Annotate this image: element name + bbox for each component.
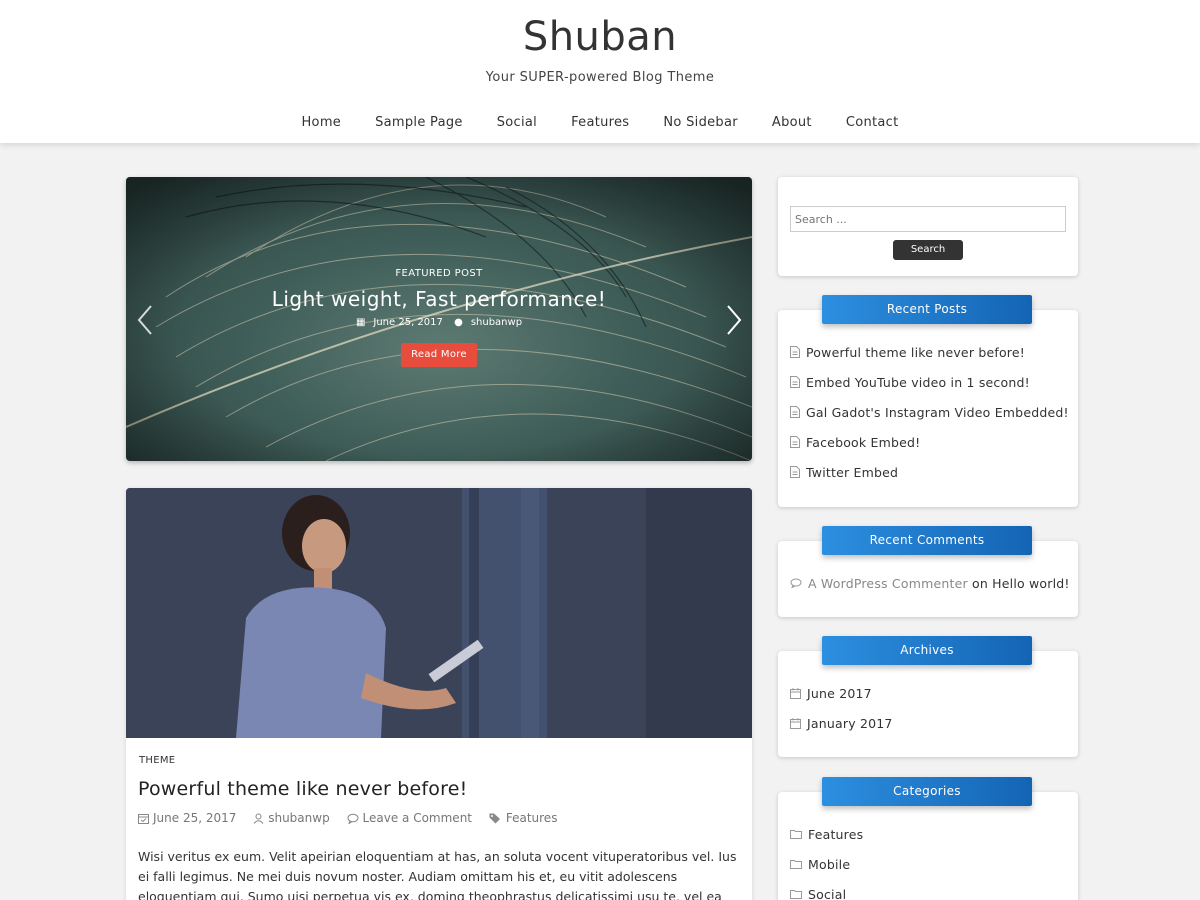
nav-item-sample-page[interactable]: Sample Page <box>375 115 463 130</box>
list-item[interactable]: June 2017 <box>790 678 893 708</box>
main-nav: Home Sample Page Social Features No Side… <box>0 115 1200 130</box>
list-item[interactable]: January 2017 <box>790 708 893 738</box>
document-icon <box>790 346 800 358</box>
nav-item-social[interactable]: Social <box>497 115 537 130</box>
comment-on-label: on <box>971 575 988 591</box>
list-item[interactable]: Powerful theme like never before! <box>790 337 1069 367</box>
slide-author[interactable]: shubanwp <box>471 317 522 328</box>
folder-icon <box>790 890 802 899</box>
post-category[interactable]: THEME <box>139 755 175 766</box>
slide-meta: ▦ June 25, 2017 ● shubanwp <box>126 317 752 328</box>
chevron-right-icon[interactable] <box>724 303 744 337</box>
tag-icon <box>489 813 500 823</box>
archives-widget: June 2017 January 2017 <box>778 651 1078 757</box>
search-button[interactable]: Search <box>893 240 963 260</box>
post-thumbnail-image[interactable] <box>126 488 752 738</box>
recent-posts-heading: Recent Posts <box>822 295 1032 324</box>
nav-item-contact[interactable]: Contact <box>846 115 899 130</box>
list-item[interactable]: Embed YouTube video in 1 second! <box>790 367 1069 397</box>
folder-icon <box>790 830 802 839</box>
comment-icon <box>790 578 802 588</box>
recent-posts-list: Powerful theme like never before! Embed … <box>790 337 1069 487</box>
list-item[interactable]: Features <box>790 819 863 849</box>
list-item[interactable]: Social <box>790 879 863 900</box>
categories-list: Features Mobile Social <box>790 819 863 900</box>
post-title[interactable]: Powerful theme like never before! <box>138 778 467 800</box>
featured-slider: FEATURED POST Light weight, Fast perform… <box>126 177 752 461</box>
document-icon <box>790 436 800 448</box>
list-item[interactable]: Facebook Embed! <box>790 427 1069 457</box>
post-tag[interactable]: Features <box>506 811 558 825</box>
post-date[interactable]: June 25, 2017 <box>153 811 236 825</box>
recent-comments-list: A WordPress Commenter on Hello world! <box>790 568 1070 598</box>
read-more-button[interactable]: Read More <box>401 343 477 367</box>
post-excerpt: Wisi veritus ex eum. Velit apeirian eloq… <box>138 849 737 900</box>
post-meta: June 25, 2017 shubanwp Leave a Comment F… <box>138 811 570 827</box>
comment-author-link[interactable]: A WordPress Commenter <box>808 576 968 591</box>
site-title[interactable]: Shuban <box>0 14 1200 60</box>
site-header: Shuban Your SUPER-powered Blog Theme Hom… <box>0 0 1200 143</box>
post-card: THEME Powerful theme like never before! … <box>126 488 752 900</box>
calendar-icon <box>790 717 801 729</box>
nav-item-about[interactable]: About <box>772 115 812 130</box>
list-item[interactable]: Gal Gadot's Instagram Video Embedded! <box>790 397 1069 427</box>
nav-item-no-sidebar[interactable]: No Sidebar <box>663 115 738 130</box>
list-item[interactable]: Mobile <box>790 849 863 879</box>
post-comments-link[interactable]: Leave a Comment <box>363 811 472 825</box>
list-item[interactable]: Twitter Embed <box>790 457 1069 487</box>
recent-posts-widget: Powerful theme like never before! Embed … <box>778 310 1078 507</box>
calendar-icon <box>138 813 149 824</box>
recent-comments-heading: Recent Comments <box>822 526 1032 555</box>
archives-list: June 2017 January 2017 <box>790 678 893 738</box>
site-tagline: Your SUPER-powered Blog Theme <box>485 70 715 85</box>
document-icon <box>790 466 800 478</box>
slide-date[interactable]: June 25, 2017 <box>373 317 443 328</box>
list-item: A WordPress Commenter on Hello world! <box>790 568 1070 598</box>
document-icon <box>790 376 800 388</box>
user-icon: ● <box>454 317 463 328</box>
chevron-left-icon[interactable] <box>135 303 155 337</box>
nav-item-features[interactable]: Features <box>571 115 629 130</box>
slide-title[interactable]: Light weight, Fast performance! <box>126 287 752 311</box>
nav-item-home[interactable]: Home <box>301 115 341 130</box>
search-widget: Search <box>778 177 1078 276</box>
calendar-icon: ▦ <box>355 317 366 328</box>
archives-heading: Archives <box>822 636 1032 665</box>
user-icon <box>253 813 264 824</box>
comment-post-link[interactable]: Hello world! <box>992 576 1070 591</box>
categories-heading: Categories <box>822 777 1032 806</box>
calendar-icon <box>790 687 801 699</box>
document-icon <box>790 406 800 418</box>
slide-caption: FEATURED POST Light weight, Fast perform… <box>126 177 752 461</box>
comment-icon <box>347 813 359 824</box>
search-input[interactable] <box>790 206 1066 232</box>
categories-widget: Features Mobile Social <box>778 792 1078 900</box>
post-author[interactable]: shubanwp <box>268 811 329 825</box>
slide-kicker: FEATURED POST <box>395 268 483 279</box>
folder-icon <box>790 860 802 869</box>
